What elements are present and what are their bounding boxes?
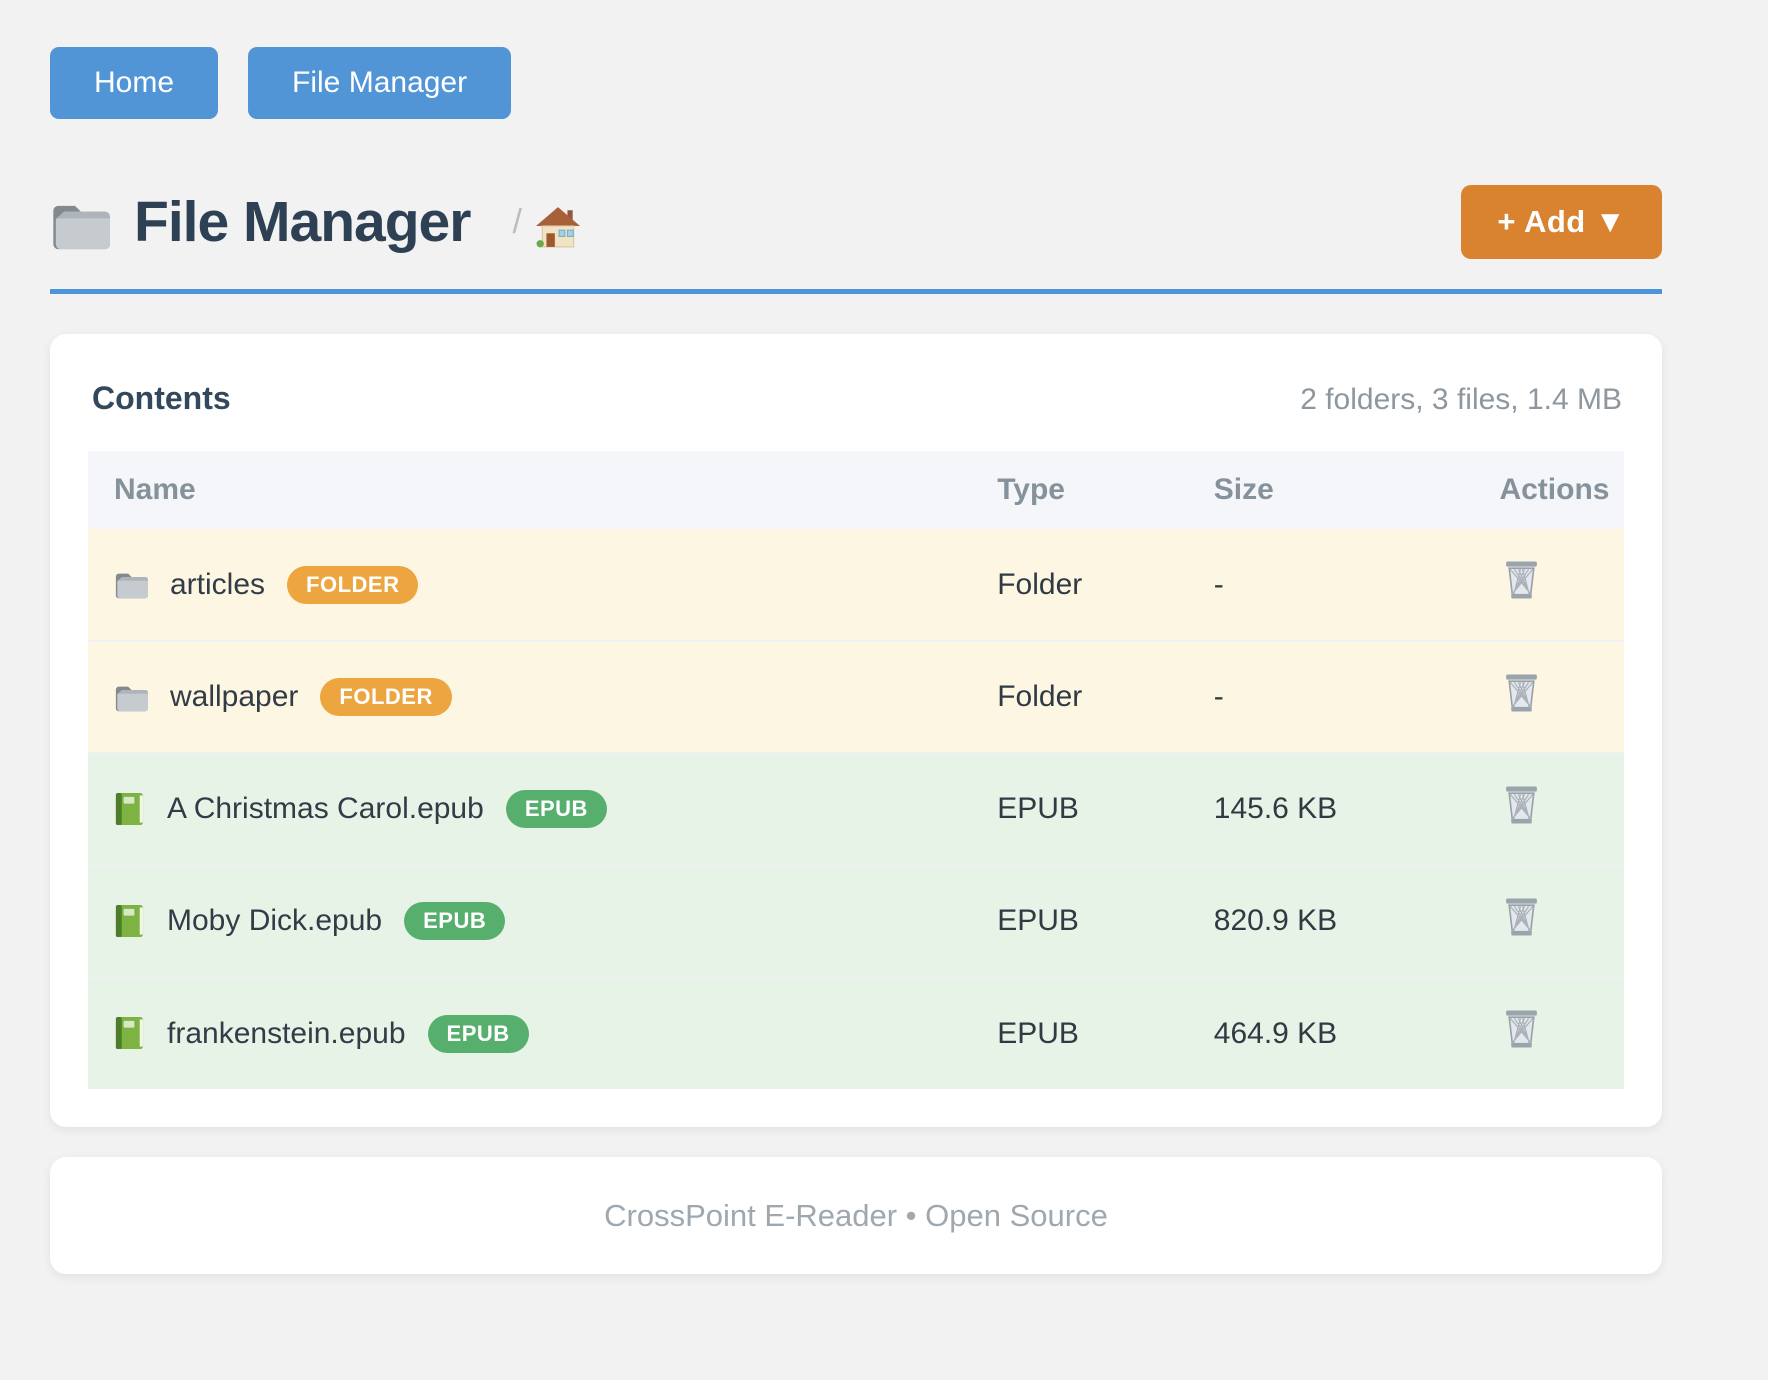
file-table: Name Type Size Actions articles FOLDER F… <box>88 451 1624 1089</box>
size-cell: 464.9 KB <box>1188 977 1474 1089</box>
trash-icon <box>1503 673 1540 714</box>
column-header-actions: Actions <box>1473 451 1624 529</box>
delete-button[interactable] <box>1503 560 1540 604</box>
table-row[interactable]: frankenstein.epub EPUB EPUB 464.9 KB <box>88 977 1624 1089</box>
trash-icon <box>1503 560 1540 601</box>
size-cell: - <box>1188 641 1474 753</box>
delete-button[interactable] <box>1503 1009 1540 1053</box>
trash-icon <box>1503 1009 1540 1050</box>
type-cell: EPUB <box>971 977 1188 1089</box>
book-icon <box>114 792 145 827</box>
contents-summary: 2 folders, 3 files, 1.4 MB <box>1300 383 1622 417</box>
delete-button[interactable] <box>1503 673 1540 717</box>
contents-heading: Contents <box>92 380 231 417</box>
file-name[interactable]: frankenstein.epub <box>167 1017 406 1051</box>
folder-icon <box>50 199 110 251</box>
table-row[interactable]: A Christmas Carol.epub EPUB EPUB 145.6 K… <box>88 753 1624 865</box>
type-badge: EPUB <box>404 902 505 940</box>
contents-card: Contents 2 folders, 3 files, 1.4 MB Name… <box>50 334 1662 1127</box>
file-name[interactable]: A Christmas Carol.epub <box>167 792 484 826</box>
size-cell: - <box>1188 529 1474 641</box>
footer-text: CrossPoint E-Reader • Open Source <box>604 1198 1108 1234</box>
file-name[interactable]: articles <box>170 568 265 602</box>
type-cell: EPUB <box>971 865 1188 977</box>
type-cell: Folder <box>971 529 1188 641</box>
size-cell: 820.9 KB <box>1188 865 1474 977</box>
size-cell: 145.6 KB <box>1188 753 1474 865</box>
page-header: File Manager / + Add ▼ <box>50 185 1662 259</box>
trash-icon <box>1503 897 1540 938</box>
file-name[interactable]: wallpaper <box>170 680 298 714</box>
table-row[interactable]: articles FOLDER Folder - <box>88 529 1624 641</box>
type-cell: Folder <box>971 641 1188 753</box>
folder-icon <box>114 569 148 600</box>
book-icon <box>114 1016 145 1051</box>
page-title: File Manager <box>134 189 470 255</box>
delete-button[interactable] <box>1503 785 1540 829</box>
book-icon <box>114 904 145 939</box>
file-name[interactable]: Moby Dick.epub <box>167 904 382 938</box>
folder-icon <box>114 682 148 713</box>
top-nav: Home File Manager <box>50 0 1662 119</box>
file-manager-button[interactable]: File Manager <box>248 47 511 119</box>
type-badge: FOLDER <box>287 566 418 604</box>
trash-icon <box>1503 785 1540 826</box>
breadcrumb-separator: / <box>512 203 521 242</box>
home-icon[interactable] <box>536 206 580 248</box>
column-header-size: Size <box>1188 451 1474 529</box>
page: Home File Manager File Manager / + Add ▼… <box>50 0 1662 1274</box>
column-header-type: Type <box>971 451 1188 529</box>
type-badge: EPUB <box>428 1015 529 1053</box>
title-divider <box>50 289 1662 294</box>
table-row[interactable]: Moby Dick.epub EPUB EPUB 820.9 KB <box>88 865 1624 977</box>
home-button[interactable]: Home <box>50 47 218 119</box>
delete-button[interactable] <box>1503 897 1540 941</box>
column-header-name: Name <box>88 451 971 529</box>
table-header-row: Name Type Size Actions <box>88 451 1624 529</box>
type-badge: EPUB <box>506 790 607 828</box>
table-row[interactable]: wallpaper FOLDER Folder - <box>88 641 1624 753</box>
add-button[interactable]: + Add ▼ <box>1461 185 1662 259</box>
type-cell: EPUB <box>971 753 1188 865</box>
footer-card: CrossPoint E-Reader • Open Source <box>50 1157 1662 1274</box>
contents-card-header: Contents 2 folders, 3 files, 1.4 MB <box>88 372 1624 451</box>
type-badge: FOLDER <box>320 678 451 716</box>
